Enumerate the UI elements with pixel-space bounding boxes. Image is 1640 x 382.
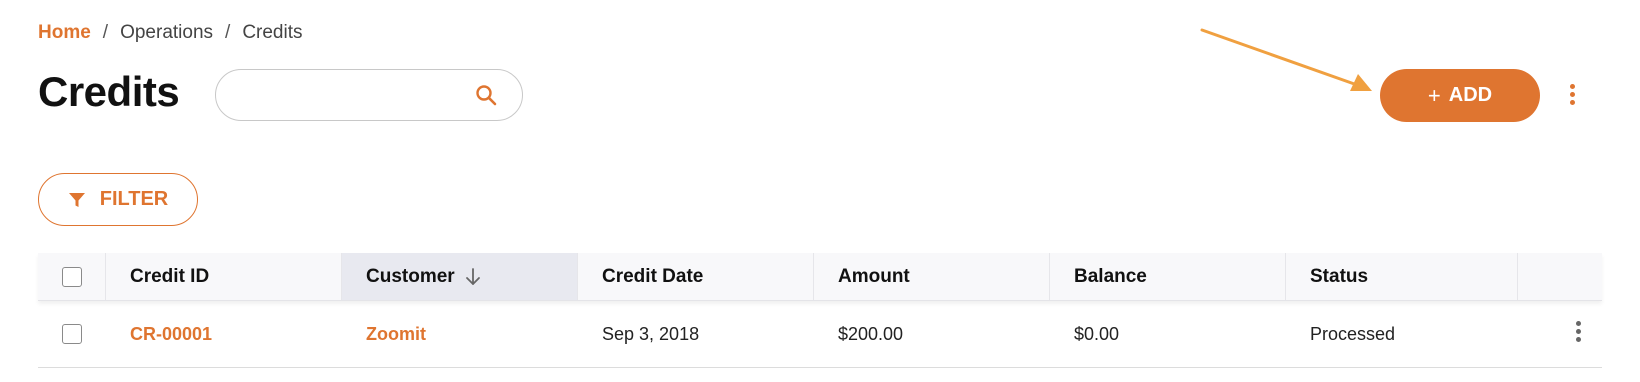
row-select-cell: [38, 301, 106, 367]
row-actions-cell: [1518, 301, 1602, 367]
column-header-label: Credit Date: [602, 265, 704, 287]
breadcrumb-separator: /: [102, 22, 109, 43]
filter-icon: [68, 192, 85, 207]
column-header-credit-id[interactable]: Credit ID: [106, 253, 342, 300]
column-header-label: Credit ID: [130, 265, 210, 287]
table-row[interactable]: CR-00001 Zoomit Sep 3, 2018 $200.00 $0.0…: [38, 301, 1602, 368]
column-header-amount[interactable]: Amount: [814, 253, 1050, 300]
breadcrumb-item-operations[interactable]: Operations: [120, 22, 213, 44]
credit-id-link[interactable]: CR-00001: [106, 301, 342, 367]
filter-button-label: FILTER: [99, 188, 169, 210]
search-input[interactable]: [236, 83, 470, 107]
sort-descending-icon: [465, 267, 480, 285]
column-header-balance[interactable]: Balance: [1050, 253, 1286, 300]
row-more-vertical-icon[interactable]: [1572, 321, 1584, 347]
status-cell: Processed: [1310, 323, 1396, 344]
search-box[interactable]: [215, 69, 523, 121]
column-header-label: Customer: [366, 265, 455, 287]
credit-date-cell: Sep 3, 2018: [602, 323, 700, 344]
credits-table: Credit ID Customer Credit Date Amount Ba…: [38, 253, 1602, 368]
select-all-cell: [38, 253, 106, 300]
breadcrumb-home-link[interactable]: Home: [38, 22, 91, 44]
add-button[interactable]: + ADD: [1380, 69, 1540, 122]
annotation-arrow: [1200, 28, 1372, 91]
search-icon[interactable]: [474, 83, 498, 107]
plus-icon: +: [1427, 82, 1441, 108]
column-header-label: Amount: [838, 265, 910, 287]
credits-page: Home / Operations / Credits Credits + AD…: [0, 0, 1640, 382]
add-button-label: ADD: [1448, 84, 1493, 106]
breadcrumb-item-credits: Credits: [242, 22, 303, 43]
more-vertical-icon[interactable]: [1566, 84, 1578, 110]
table-header: Credit ID Customer Credit Date Amount Ba…: [38, 253, 1602, 301]
breadcrumb: Home / Operations / Credits: [38, 22, 303, 44]
filter-button[interactable]: FILTER: [38, 173, 198, 226]
amount-cell: $200.00: [838, 323, 904, 344]
column-header-status[interactable]: Status: [1286, 253, 1518, 300]
column-header-label: Balance: [1074, 265, 1147, 287]
column-header-customer[interactable]: Customer: [342, 253, 578, 300]
column-header-actions: [1518, 253, 1602, 300]
customer-link[interactable]: Zoomit: [342, 301, 578, 367]
select-all-checkbox[interactable]: [61, 266, 82, 287]
row-checkbox[interactable]: [62, 324, 82, 344]
breadcrumb-separator: /: [225, 22, 231, 43]
page-title: Credits: [38, 68, 180, 115]
balance-cell: $0.00: [1074, 323, 1120, 344]
column-header-credit-date[interactable]: Credit Date: [578, 253, 814, 300]
column-header-label: Status: [1310, 265, 1369, 287]
